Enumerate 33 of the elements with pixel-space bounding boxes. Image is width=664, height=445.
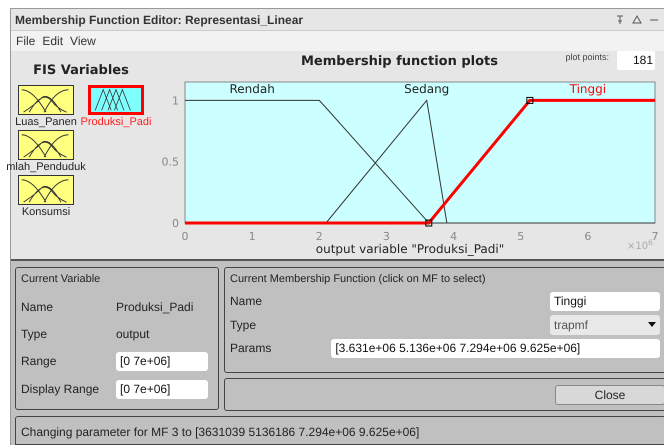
x-tick-label: 3 <box>382 230 390 243</box>
x-tick-label: 5 <box>517 230 524 243</box>
axis-exponent: ×10$^{6}$ <box>627 241 653 253</box>
field-label: Name <box>21 298 54 316</box>
variable-label: Konsumsi <box>22 204 70 220</box>
variable-name: Produksi_Padi <box>116 298 194 316</box>
y-tick-label: 0.5 <box>162 156 179 169</box>
x-tick-label: 0 <box>182 230 188 243</box>
y-tick-label: 0 <box>172 217 179 230</box>
window-title: Membership Function Editor: Representasi_Linear <box>15 12 304 28</box>
variable-type: output <box>116 326 150 342</box>
panel-title: Current Membership Function (click on MF to select) <box>230 272 487 287</box>
y-tick-label: 1 <box>172 94 179 108</box>
variable-label: mlah_Penduduk <box>6 160 86 174</box>
section-title: FIS Variables <box>33 62 129 80</box>
field-label: plot points: <box>565 51 609 64</box>
x-tick-label: 1 <box>248 230 256 243</box>
field-label: Type <box>230 316 256 334</box>
status-text: Changing parameter for MF 3 to [3631039 5136186 7.294e+06 9.625e+06] <box>21 425 420 439</box>
panel-title: Current Variable <box>21 272 102 287</box>
plot-title: Membership function plots <box>301 52 498 70</box>
field-label: Range <box>21 353 58 370</box>
variable-label: Produksi_Padi <box>80 114 152 130</box>
x-tick-label: 6 <box>584 230 592 243</box>
field-label: Display Range <box>21 381 100 398</box>
x-tick-label: 7 <box>652 230 658 243</box>
field-label: Name <box>230 293 262 310</box>
field-label: Params <box>230 340 272 357</box>
variable-label: Luas_Panen <box>15 114 77 130</box>
x-axis-label: output variable "Produksi_Padi" <box>316 242 504 256</box>
x-tick-label: 4 <box>450 230 458 243</box>
field-label: Type <box>21 326 48 342</box>
x-tick-label: 2 <box>316 230 323 243</box>
